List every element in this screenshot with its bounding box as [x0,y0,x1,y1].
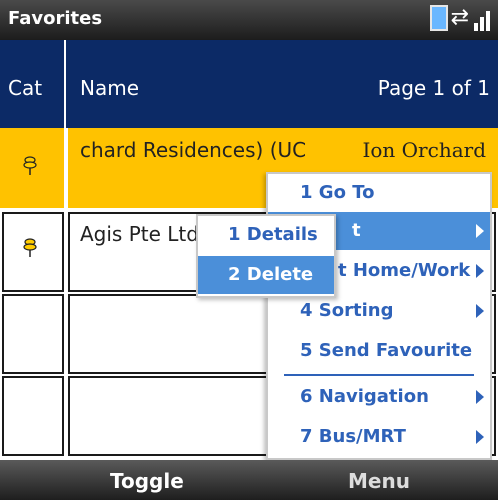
pin-icon [23,156,37,175]
list-header: Cat Name Page 1 of 1 [0,40,498,128]
menu-item-bus-mrt[interactable]: 7 Bus/MRT [268,418,490,456]
menu-item-send-favourite[interactable]: 5 Send Favourite [268,332,490,370]
connection-icon: ⇄ [450,5,469,30]
menu-item-navigation[interactable]: 6 Navigation [268,378,490,416]
chevron-right-icon [476,304,484,318]
name-column-header[interactable]: Name [80,76,139,100]
chevron-right-icon [476,264,484,278]
status-icons: ⇄ [429,5,494,31]
page-indicator: Page 1 of 1 [377,76,490,100]
favorite-location: Ion Orchard [362,138,486,162]
cat-column-header[interactable]: Cat [8,76,42,100]
edit-submenu: 1 Details 2 Delete [196,214,336,298]
toggle-softkey[interactable]: Toggle [110,469,184,493]
chevron-right-icon [476,224,484,238]
softkey-bar: Toggle Menu [0,460,498,500]
favorite-name: Agis Pte Ltd [80,222,199,246]
menu-separator [284,374,474,376]
window-title: Favorites [8,8,103,29]
signal-icon [472,5,494,31]
favorite-name: chard Residences) (UC [80,138,307,162]
title-bar: Favorites ⇄ [0,0,498,40]
chevron-right-icon [476,390,484,404]
menu-softkey[interactable]: Menu [348,469,410,493]
submenu-item-delete[interactable]: 2 Delete [198,256,334,294]
battery-icon [429,5,448,31]
chevron-right-icon [476,430,484,444]
pin-icon [23,238,37,257]
menu-item-go-to[interactable]: 1 Go To [268,174,490,212]
submenu-item-details[interactable]: 1 Details [198,216,334,254]
